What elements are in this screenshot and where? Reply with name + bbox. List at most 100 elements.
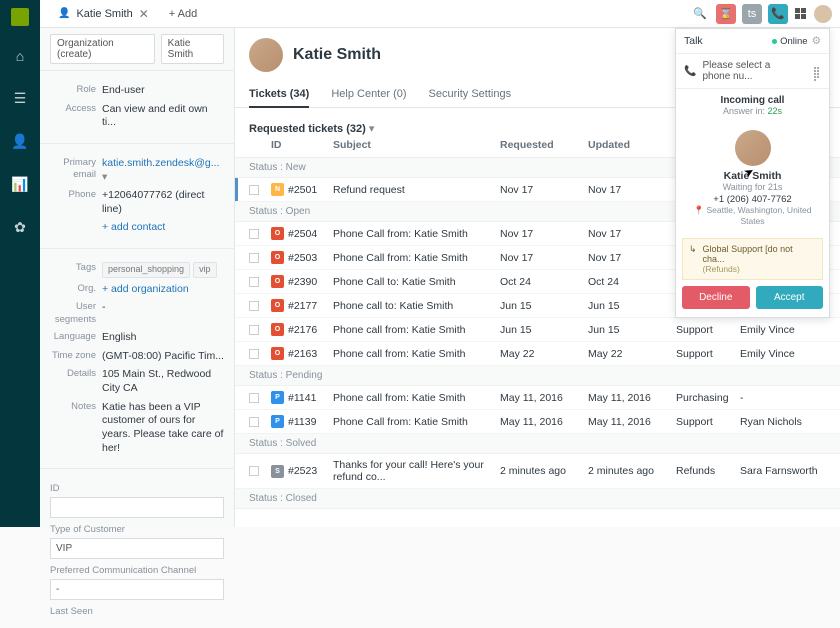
ticket-id: #2177	[288, 300, 317, 312]
customers-icon[interactable]: 👤	[11, 129, 28, 154]
table-row[interactable]: O#2176Phone call from: Katie SmithJun 15…	[235, 318, 840, 342]
col-updated[interactable]: Updated	[588, 139, 676, 151]
notes-value[interactable]: Katie has been a VIP customer of ours fo…	[102, 401, 224, 456]
phone-value[interactable]: +12064077762 (direct line)	[102, 189, 224, 216]
ticket-subject: Phone Call from: Katie Smith	[333, 416, 500, 428]
col-subject[interactable]: Subject	[333, 139, 500, 151]
table-row[interactable]: P#1139Phone Call from: Katie SmithMay 11…	[235, 410, 840, 434]
table-row[interactable]: O#2163Phone call from: Katie SmithMay 22…	[235, 342, 840, 366]
ticket-id: #2504	[288, 228, 317, 240]
col-id[interactable]: ID	[271, 139, 333, 151]
ticket-subject: Phone Call from: Katie Smith	[333, 252, 500, 264]
talk-status-online[interactable]: Online	[772, 36, 807, 47]
talk-settings-icon[interactable]: ⚙	[812, 35, 821, 47]
add-button[interactable]: + Add	[159, 8, 207, 20]
top-square-1[interactable]: ⌛	[716, 4, 736, 24]
segments-label: User segments	[40, 301, 102, 326]
apps-icon[interactable]	[794, 8, 808, 20]
workspace-tab[interactable]: 👤 Katie Smith ✕	[48, 0, 159, 28]
ticket-updated: Nov 17	[588, 252, 676, 264]
row-checkbox[interactable]	[249, 301, 259, 311]
talk-square-icon[interactable]: 📞	[768, 4, 788, 24]
row-checkbox[interactable]	[249, 253, 259, 263]
tags-value[interactable]: personal_shoppingvip	[102, 262, 224, 278]
accept-button[interactable]: Accept	[756, 286, 824, 309]
col-requested[interactable]: Requested	[500, 139, 588, 151]
row-checkbox[interactable]	[249, 466, 259, 476]
ticket-subject: Thanks for your call! Here's your refund…	[333, 459, 500, 483]
status-group-solved: Status : Solved	[235, 434, 840, 454]
location-icon: 📍	[693, 205, 704, 215]
crumb-user[interactable]: Katie Smith	[161, 34, 224, 64]
row-checkbox[interactable]	[249, 417, 259, 427]
tab-tickets[interactable]: Tickets (34)	[249, 82, 309, 108]
decline-button[interactable]: Decline	[682, 286, 750, 309]
row-checkbox[interactable]	[249, 349, 259, 359]
ticket-subject: Phone call from: Katie Smith	[333, 392, 500, 404]
row-checkbox[interactable]	[249, 185, 259, 195]
views-icon[interactable]: ☰	[14, 86, 27, 111]
ticket-id: #2501	[288, 184, 317, 196]
ticket-updated: Nov 17	[588, 184, 676, 196]
add-contact-link[interactable]: + add contact	[102, 221, 224, 235]
ticket-requested: 2 minutes ago	[500, 465, 588, 477]
field-type-input[interactable]	[50, 538, 224, 559]
user-avatar	[249, 38, 283, 72]
row-checkbox[interactable]	[249, 229, 259, 239]
top-square-2[interactable]: ts	[742, 4, 762, 24]
ticket-id: #2176	[288, 324, 317, 336]
org-value[interactable]: + add organization	[102, 283, 224, 297]
access-value[interactable]: Can view and edit own ti...	[102, 103, 224, 130]
ticket-subject: Phone call from: Katie Smith	[333, 324, 500, 336]
ticket-requested: Nov 17	[500, 252, 588, 264]
field-id-label: ID	[50, 483, 224, 494]
nav-rail: ⌂ ☰ 👤 📊 ✿	[0, 0, 40, 527]
field-lastseen-label: Last Seen	[50, 606, 224, 617]
ticket-assignee: -	[740, 392, 826, 404]
phone-label: Phone	[40, 189, 102, 201]
home-icon[interactable]: ⌂	[16, 44, 24, 68]
person-icon: 👤	[58, 8, 70, 19]
table-row[interactable]: S#2523Thanks for your call! Here's your …	[235, 454, 840, 489]
tab-label: Katie Smith	[76, 8, 132, 20]
field-type-label: Type of Customer	[50, 524, 224, 535]
ticket-updated: May 11, 2016	[588, 392, 676, 404]
row-checkbox[interactable]	[249, 277, 259, 287]
dialpad-icon[interactable]	[813, 66, 821, 76]
reports-icon[interactable]: 📊	[11, 172, 28, 197]
ticket-id: #1141	[288, 392, 316, 404]
segments-value: -	[102, 301, 224, 315]
search-icon[interactable]: 🔍	[690, 4, 710, 24]
details-value[interactable]: 105 Main St., Redwood City CA	[102, 368, 224, 395]
status-badge: O	[271, 275, 284, 288]
ticket-updated: Jun 15	[588, 324, 676, 336]
role-value[interactable]: End-user	[102, 84, 224, 98]
tz-value[interactable]: (GMT-08:00) Pacific Tim...	[102, 350, 224, 364]
row-checkbox[interactable]	[249, 393, 259, 403]
current-user-avatar[interactable]	[814, 5, 832, 23]
lang-label: Language	[40, 331, 102, 343]
ticket-group: Refunds	[676, 465, 740, 477]
tab-helpcenter[interactable]: Help Center (0)	[331, 82, 406, 107]
table-row[interactable]: P#1141Phone call from: Katie SmithMay 11…	[235, 386, 840, 410]
email-value[interactable]: katie.smith.zendesk@g... ▾	[102, 157, 224, 184]
field-id-input[interactable]	[50, 497, 224, 518]
ticket-id: #2163	[288, 348, 317, 360]
ticket-requested: May 11, 2016	[500, 416, 588, 428]
ticket-updated: 2 minutes ago	[588, 465, 676, 477]
status-badge: N	[271, 183, 284, 196]
ticket-id: #2523	[288, 465, 317, 477]
top-bar: 👤 Katie Smith ✕ + Add 🔍 ⌛ ts 📞	[40, 0, 840, 28]
field-channel-input[interactable]	[50, 579, 224, 600]
row-checkbox[interactable]	[249, 325, 259, 335]
talk-number-select[interactable]: Please select a phone nu...	[702, 60, 795, 82]
caller-name[interactable]: Katie Smith	[684, 170, 821, 182]
ticket-group: Support	[676, 416, 740, 428]
details-label: Details	[40, 368, 102, 380]
lang-value[interactable]: English	[102, 331, 224, 345]
crumb-org[interactable]: Organization (create)	[50, 34, 155, 64]
tab-security[interactable]: Security Settings	[429, 82, 512, 107]
access-label: Access	[40, 103, 102, 115]
close-tab-icon[interactable]: ✕	[139, 7, 149, 21]
settings-icon[interactable]: ✿	[14, 215, 26, 240]
